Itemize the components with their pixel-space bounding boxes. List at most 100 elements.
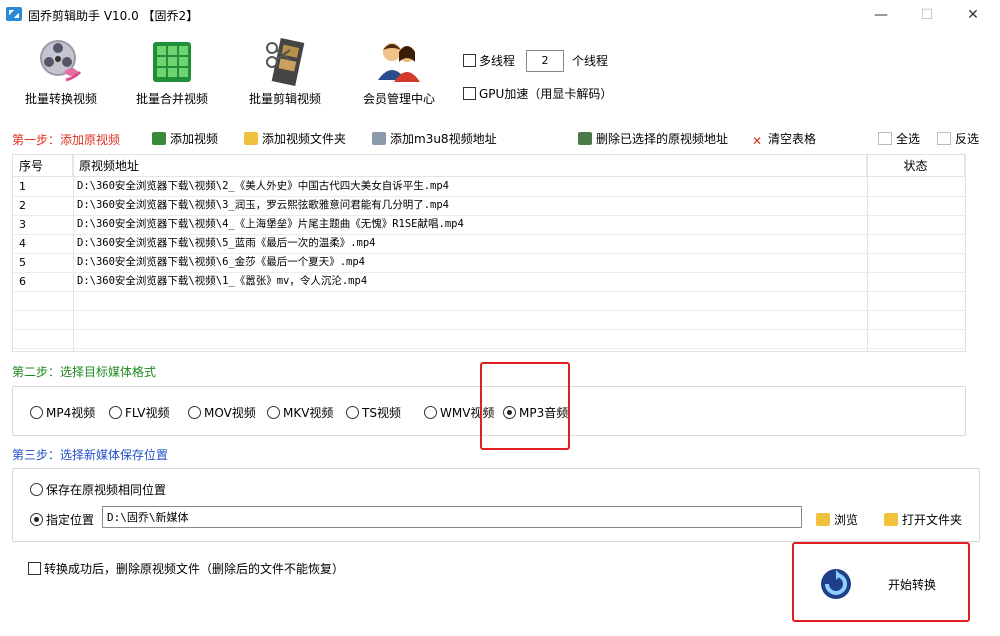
page-icon: [937, 132, 951, 145]
format-label: FLV视频: [125, 406, 170, 420]
empty-row: [13, 310, 965, 330]
thread-count-input[interactable]: 2: [526, 50, 564, 72]
merge-grid-icon: [147, 36, 197, 86]
format-label: TS视频: [362, 406, 401, 420]
batch-merge-button[interactable]: 批量合并视频: [117, 34, 227, 107]
row-index: 5: [19, 256, 26, 269]
table-row[interactable]: 5 D:\360安全浏览器下载\视频\6_金莎《最后一个夏天》.mp4: [13, 253, 965, 273]
table-row[interactable]: 2 D:\360安全浏览器下载\视频\3_润玉，罗云熙弦歌雅意问君能有几分明了.m…: [13, 196, 965, 216]
multithread-label: 多线程: [479, 54, 516, 68]
minimize-button[interactable]: —: [858, 0, 904, 30]
members-icon: [374, 36, 424, 86]
gpu-checkbox[interactable]: [463, 87, 476, 100]
row-path: D:\360安全浏览器下载\视频\1_《嚣张》mv，令人沉沦.mp4: [77, 275, 368, 287]
format-flv-radio[interactable]: FLV视频: [109, 404, 169, 421]
delete-after-checkbox[interactable]: [28, 562, 41, 575]
col-header-index[interactable]: 序号: [13, 155, 73, 177]
table-row[interactable]: 6 D:\360安全浏览器下载\视频\1_《嚣张》mv，令人沉沦.mp4: [13, 272, 965, 292]
film-reel-icon: [36, 36, 86, 86]
select-all-button[interactable]: 全选: [878, 130, 920, 147]
add-video-label: 添加视频: [170, 132, 219, 146]
add-video-icon: [152, 132, 166, 145]
browse-button[interactable]: 浏览: [816, 511, 858, 528]
window-title: 固乔剪辑助手 V10.0 【固乔2】: [28, 9, 199, 23]
member-center-button[interactable]: 会员管理中心: [344, 34, 454, 107]
format-mov-radio[interactable]: MOV视频: [188, 404, 256, 421]
gpu-label: GPU加速（用显卡解码）: [479, 87, 613, 101]
row-index: 1: [19, 180, 26, 193]
delete-after-label: 转换成功后，删除原视频文件（删除后的文件不能恢复）: [44, 562, 345, 576]
specify-label: 指定位置: [46, 513, 95, 527]
select-all-label: 全选: [896, 132, 921, 146]
format-label: MP4视频: [46, 406, 96, 420]
delete-list-icon: [578, 132, 592, 145]
toolbar-label: 会员管理中心: [362, 92, 435, 106]
save-location-group: [12, 468, 980, 542]
row-path: D:\360安全浏览器下载\视频\4_《上海堡垒》片尾主题曲《无愧》R1SE献唱…: [77, 218, 464, 230]
radio-indicator: [30, 513, 43, 526]
delete-selected-button[interactable]: 删除已选择的原视频地址: [578, 130, 728, 147]
delete-selected-label: 删除已选择的原视频地址: [596, 132, 729, 146]
folder-add-icon: [244, 132, 258, 145]
maximize-button[interactable]: ☐: [904, 0, 950, 30]
row-path: D:\360安全浏览器下载\视频\6_金莎《最后一个夏天》.mp4: [77, 256, 366, 268]
start-convert-icon[interactable]: [818, 566, 854, 602]
col-header-path[interactable]: 原视频地址: [73, 155, 867, 177]
format-mp4-radio[interactable]: MP4视频: [30, 404, 95, 421]
radio-indicator: [109, 406, 122, 419]
row-path: D:\360安全浏览器下载\视频\3_润玉，罗云熙弦歌雅意问君能有几分明了.mp…: [77, 199, 450, 211]
multithread-checkbox[interactable]: [463, 54, 476, 67]
clear-x-icon: ✕: [751, 134, 763, 148]
row-index: 2: [19, 199, 26, 212]
add-video-button[interactable]: 添加视频: [152, 130, 218, 147]
video-table[interactable]: 序号 原视频地址 状态 1 D:\360安全浏览器下载\视频\2_《美人外史》中国…: [12, 154, 966, 352]
add-m3u8-button[interactable]: 添加m3u8视频地址: [372, 130, 497, 147]
add-m3u8-label: 添加m3u8视频地址: [390, 132, 497, 146]
link-add-icon: [372, 132, 386, 145]
gpu-option[interactable]: GPU加速（用显卡解码）: [463, 85, 612, 102]
radio-indicator: [30, 483, 43, 496]
radio-indicator: [424, 406, 437, 419]
start-convert-button[interactable]: 开始转换: [888, 576, 936, 593]
add-folder-button[interactable]: 添加视频文件夹: [244, 130, 346, 147]
format-label: MOV视频: [204, 406, 256, 420]
table-row[interactable]: 1 D:\360安全浏览器下载\视频\2_《美人外史》中国古代四大美女自诉平生.m…: [13, 177, 965, 197]
clear-table-button[interactable]: ✕ 清空表格: [750, 130, 816, 148]
format-label: MKV视频: [283, 406, 334, 420]
format-mkv-radio[interactable]: MKV视频: [267, 404, 333, 421]
title-bar: 固乔剪辑助手 V10.0 【固乔2】 — ☐ ✕: [0, 0, 1000, 30]
toolbar-label: 批量合并视频: [135, 92, 208, 106]
same-location-label: 保存在原视频相同位置: [46, 483, 167, 497]
add-folder-label: 添加视频文件夹: [262, 132, 347, 146]
close-button[interactable]: ✕: [950, 0, 996, 30]
step3-title: 第三步：选择新媒体保存位置: [12, 448, 169, 462]
clear-table-label: 清空表格: [768, 132, 817, 146]
row-path: D:\360安全浏览器下载\视频\2_《美人外史》中国古代四大美女自诉平生.mp…: [77, 180, 450, 192]
batch-edit-button[interactable]: 批量剪辑视频: [230, 34, 340, 107]
table-row[interactable]: 3 D:\360安全浏览器下载\视频\4_《上海堡垒》片尾主题曲《无愧》R1SE献…: [13, 215, 965, 235]
scissors-film-icon: [260, 36, 310, 87]
format-ts-radio[interactable]: TS视频: [346, 404, 401, 421]
specify-location-radio[interactable]: 指定位置: [30, 511, 94, 528]
col-header-status[interactable]: 状态: [867, 155, 965, 177]
multithread-option[interactable]: 多线程: [463, 52, 515, 69]
radio-indicator: [188, 406, 201, 419]
radio-indicator: [346, 406, 359, 419]
same-location-radio[interactable]: 保存在原视频相同位置: [30, 481, 166, 498]
open-folder-button[interactable]: 打开文件夹: [884, 511, 962, 528]
folder-search-icon: [816, 513, 830, 526]
delete-after-option[interactable]: 转换成功后，删除原视频文件（删除后的文件不能恢复）: [28, 560, 344, 577]
save-path-input[interactable]: D:\固乔\新媒体: [102, 506, 802, 528]
table-row[interactable]: 4 D:\360安全浏览器下载\视频\5_蓝雨《最后一次的温柔》.mp4: [13, 234, 965, 254]
invert-label: 反选: [955, 132, 980, 146]
radio-indicator: [30, 406, 43, 419]
empty-row: [13, 291, 965, 311]
row-path: D:\360安全浏览器下载\视频\5_蓝雨《最后一次的温柔》.mp4: [77, 237, 376, 249]
highlight-box: [480, 362, 570, 450]
browse-label: 浏览: [834, 513, 859, 527]
batch-convert-button[interactable]: 批量转换视频: [6, 34, 116, 107]
app-logo-icon: [6, 7, 22, 21]
invert-selection-button[interactable]: 反选: [937, 130, 979, 147]
step1-title: 第一步：添加原视频: [12, 133, 121, 147]
row-index: 3: [19, 218, 26, 231]
